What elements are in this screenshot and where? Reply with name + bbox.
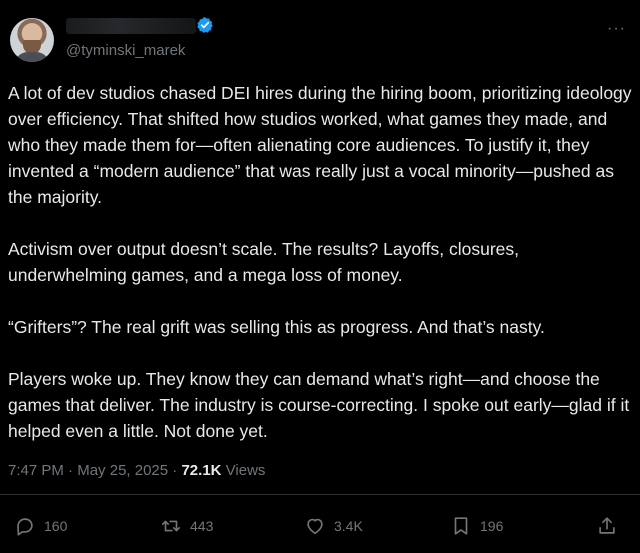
bookmark-count: 196 bbox=[480, 518, 504, 534]
author-handle[interactable]: @tyminski_marek bbox=[66, 42, 185, 59]
repost-icon bbox=[161, 520, 181, 532]
divider bbox=[0, 494, 640, 495]
tweet-time[interactable]: 7:47 PM bbox=[8, 462, 64, 479]
reply-button[interactable]: 160 bbox=[14, 514, 67, 538]
views-count: 72.1K bbox=[181, 462, 222, 479]
repost-count: 443 bbox=[190, 518, 214, 534]
reply-icon bbox=[17, 518, 33, 536]
tweet-paragraph: “Grifters”? The real grift was selling t… bbox=[8, 317, 545, 337]
views-label: Views bbox=[225, 462, 266, 479]
tweet-body: A lot of dev studios chased DEI hires du… bbox=[8, 80, 632, 470]
tweet-header: @tyminski_marek ··· bbox=[8, 14, 632, 70]
tweet-date[interactable]: May 25, 2025 bbox=[77, 462, 168, 479]
tweet-meta: 7:47 PM · May 25, 2025 · 72.1K Views bbox=[8, 462, 265, 479]
like-button[interactable]: 3.4K bbox=[304, 514, 363, 538]
more-icon[interactable]: ··· bbox=[607, 20, 626, 38]
reply-count: 160 bbox=[44, 518, 68, 534]
bookmark-button[interactable]: 196 bbox=[450, 514, 503, 538]
like-count: 3.4K bbox=[334, 518, 363, 534]
avatar[interactable] bbox=[10, 18, 54, 62]
avatar-shirt bbox=[14, 52, 50, 62]
action-bar: 160 443 3.4K 196 bbox=[0, 508, 640, 544]
meta-separator: · bbox=[68, 462, 74, 479]
like-icon bbox=[307, 518, 323, 535]
meta-separator: · bbox=[172, 462, 178, 479]
share-icon bbox=[599, 517, 615, 534]
tweet-paragraph: Players woke up. They know they can dema… bbox=[8, 369, 630, 441]
share-button[interactable] bbox=[596, 514, 618, 538]
bookmark-icon bbox=[454, 517, 468, 535]
display-name-blurred[interactable] bbox=[66, 18, 196, 34]
verified-badge-icon bbox=[197, 17, 213, 33]
tweet-paragraph: A lot of dev studios chased DEI hires du… bbox=[8, 83, 632, 207]
tweet-paragraph: Activism over output doesn’t scale. The … bbox=[8, 239, 519, 285]
repost-button[interactable]: 443 bbox=[160, 514, 213, 538]
